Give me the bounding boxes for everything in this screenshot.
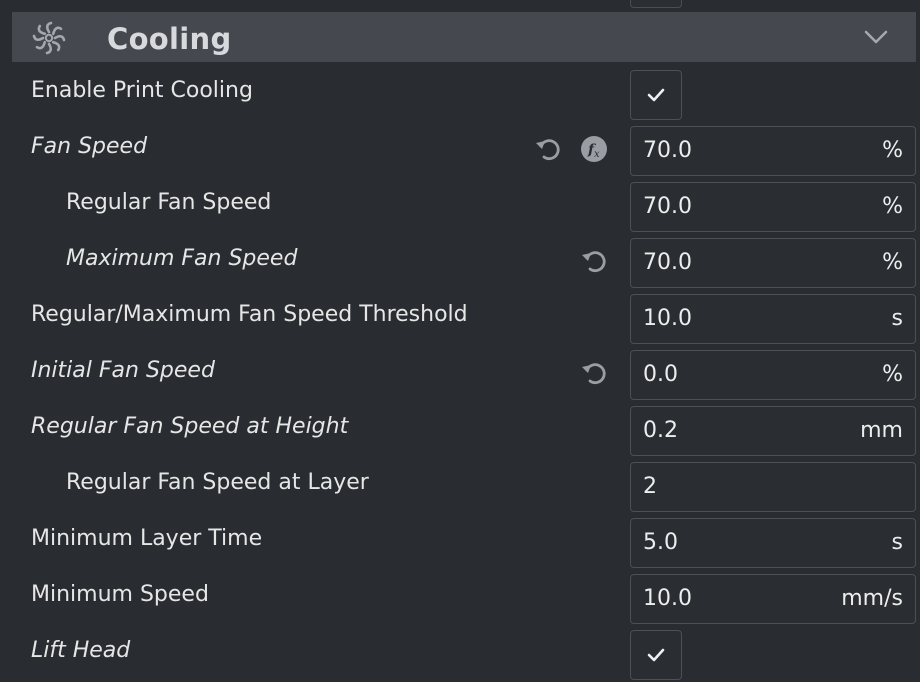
field-unit: % — [882, 362, 903, 387]
function-icon[interactable]: f x — [580, 135, 608, 163]
fan-speed-input[interactable]: 70.0 % — [630, 126, 916, 176]
setting-label: Maximum Fan Speed — [66, 246, 298, 271]
fan-speed-at-layer-input[interactable]: 2 — [630, 462, 916, 512]
setting-row-fan-speed-at-layer: Regular Fan Speed at Layer 2 — [0, 458, 920, 514]
cooling-section-header[interactable]: Cooling — [12, 12, 916, 62]
setting-row-regular-fan-speed: Regular Fan Speed 70.0 % — [0, 178, 920, 234]
setting-row-fan-speed-threshold: Regular/Maximum Fan Speed Threshold 10.0… — [0, 290, 920, 346]
previous-section-edge — [0, 0, 920, 12]
field-unit: % — [882, 138, 903, 163]
fan-speed-at-height-input[interactable]: 0.2 mm — [630, 406, 916, 456]
setting-label: Regular/Maximum Fan Speed Threshold — [31, 302, 468, 327]
field-unit: mm/s — [841, 586, 903, 611]
setting-label: Enable Print Cooling — [31, 78, 253, 103]
reset-icon[interactable] — [580, 359, 608, 387]
enable-print-cooling-checkbox[interactable] — [630, 70, 682, 120]
fan-speed-threshold-input[interactable]: 10.0 s — [630, 294, 916, 344]
setting-row-maximum-fan-speed: Maximum Fan Speed 70.0 % — [0, 234, 920, 290]
field-value: 5.0 — [643, 530, 678, 555]
setting-row-lift-head: Lift Head — [0, 626, 920, 682]
field-value: 70.0 — [643, 250, 692, 275]
field-unit: s — [891, 306, 903, 331]
field-value: 0.0 — [643, 362, 678, 387]
setting-row-initial-fan-speed: Initial Fan Speed 0.0 % — [0, 346, 920, 402]
setting-label: Lift Head — [31, 638, 131, 663]
svg-text:x: x — [594, 149, 600, 160]
minimum-speed-input[interactable]: 10.0 mm/s — [630, 574, 916, 624]
field-value: 2 — [643, 474, 657, 499]
reset-icon[interactable] — [580, 247, 608, 275]
lift-head-checkbox[interactable] — [630, 630, 682, 680]
field-value: 70.0 — [643, 138, 692, 163]
checkmark-icon — [647, 648, 665, 662]
initial-fan-speed-input[interactable]: 0.0 % — [630, 350, 916, 400]
field-unit: mm — [860, 418, 903, 443]
setting-label: Regular Fan Speed — [66, 190, 272, 215]
minimum-layer-time-input[interactable]: 5.0 s — [630, 518, 916, 568]
reset-icon[interactable] — [534, 135, 562, 163]
setting-label: Regular Fan Speed at Height — [31, 414, 349, 439]
setting-label: Minimum Layer Time — [31, 526, 263, 551]
setting-label: Initial Fan Speed — [31, 358, 215, 383]
section-title: Cooling — [107, 22, 232, 56]
regular-fan-speed-input[interactable]: 70.0 % — [630, 182, 916, 232]
field-value: 10.0 — [643, 586, 692, 611]
chevron-down-icon[interactable] — [862, 27, 890, 47]
previous-field-edge — [630, 0, 682, 8]
setting-row-minimum-speed: Minimum Speed 10.0 mm/s — [0, 570, 920, 626]
maximum-fan-speed-input[interactable]: 70.0 % — [630, 238, 916, 288]
setting-row-minimum-layer-time: Minimum Layer Time 5.0 s — [0, 514, 920, 570]
setting-row-enable-print-cooling: Enable Print Cooling — [0, 66, 920, 122]
field-unit: % — [882, 194, 903, 219]
field-value: 0.2 — [643, 418, 678, 443]
fan-icon — [32, 21, 66, 55]
field-unit: s — [891, 530, 903, 555]
setting-label: Minimum Speed — [31, 582, 209, 607]
setting-label: Regular Fan Speed at Layer — [66, 470, 369, 495]
setting-row-fan-speed-at-height: Regular Fan Speed at Height 0.2 mm — [0, 402, 920, 458]
field-value: 10.0 — [643, 306, 692, 331]
checkmark-icon — [647, 88, 665, 102]
setting-row-fan-speed: Fan Speed f x 70.0 % — [0, 122, 920, 178]
field-unit: % — [882, 250, 903, 275]
field-value: 70.0 — [643, 194, 692, 219]
setting-label: Fan Speed — [31, 134, 148, 159]
